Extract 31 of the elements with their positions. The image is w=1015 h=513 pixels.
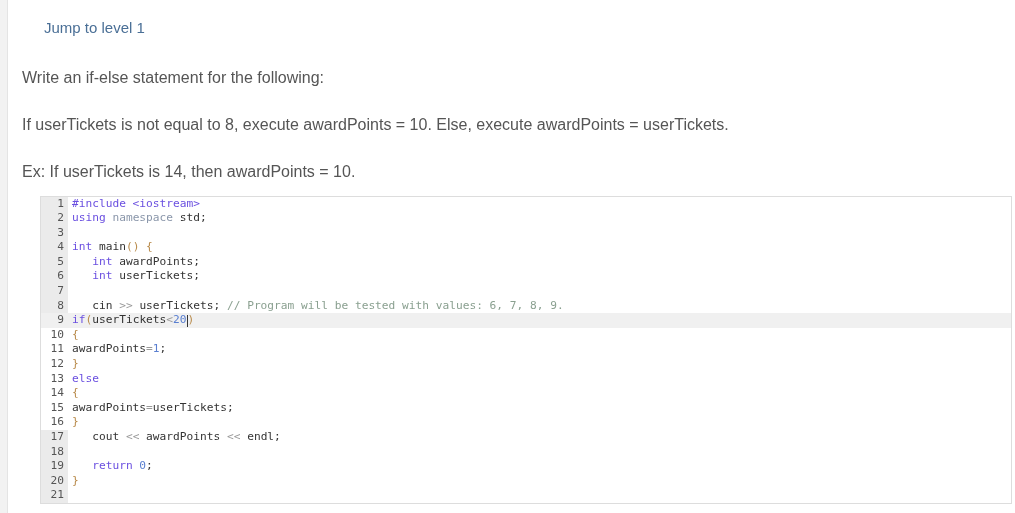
text-cursor [186,314,188,327]
code-line: return 0; [91,459,153,474]
line-number: 6 [41,269,68,285]
line-number: 21 [41,488,68,503]
code-line: #include <iostream> [71,196,200,212]
code-line: { [71,327,79,343]
instruction-text: If userTickets is not equal to 8, execute awardPoints = 10. Else, execute awardPoints = userTickets. [22,114,730,135]
code-line: int awardPoints; [91,254,200,270]
line-number: 17 [41,430,68,445]
line-number: 19 [41,459,68,474]
line-number: 2 [41,211,68,226]
code-editor[interactable] [40,195,1012,504]
code-line: } [71,473,79,489]
code-line: awardPoints=1; [71,342,167,358]
instruction-text: Write an if-else statement for the following: [22,67,326,88]
code-line: } [71,415,79,430]
code-line: int main() { [71,240,153,255]
code-line: else [71,371,99,387]
code-line: cout << awardPoints << endl; [91,430,281,445]
code-line: using namespace std; [71,211,207,226]
code-line: } [71,357,79,372]
code-line: int userTickets; [91,269,200,285]
code-line: { [71,386,79,401]
instruction-text: Ex: If userTickets is 14, then awardPoints = 10. [22,161,357,182]
line-number: 1 [41,196,68,212]
code-line: awardPoints=userTickets; [71,400,234,416]
line-number: 7 [41,284,68,299]
line-number: 4 [41,240,68,255]
jump-link[interactable]: Jump to level 1 [44,17,145,40]
code-line: if(userTickets<20) [71,313,195,328]
code-line: cin >> userTickets; // Program will be tested with values: 6, 7, 8, 9. [91,298,564,314]
